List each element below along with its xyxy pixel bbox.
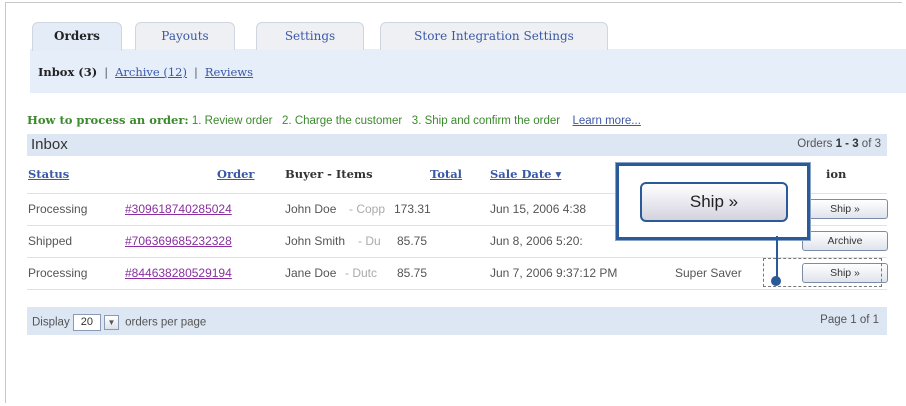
- column-header-status[interactable]: Status: [28, 167, 69, 181]
- column-header-action: ion: [826, 167, 847, 181]
- subnav-separator: |: [193, 65, 198, 79]
- per-page-select[interactable]: 20: [72, 314, 101, 331]
- callout-connector: [776, 236, 778, 278]
- tab-store-integration-settings[interactable]: Store Integration Settings: [380, 22, 608, 50]
- ship-callout-button[interactable]: Ship »: [640, 182, 788, 222]
- tab-orders[interactable]: Orders: [32, 22, 122, 51]
- subnav-reviews-link[interactable]: Reviews: [205, 65, 253, 79]
- display-label: Display: [32, 316, 70, 329]
- chevron-down-icon[interactable]: ▼: [103, 315, 119, 330]
- order-total: 85.75: [397, 266, 428, 280]
- order-items: - Copp: [349, 202, 386, 216]
- subnav-separator: |: [104, 65, 109, 79]
- column-header-order[interactable]: Order: [217, 167, 255, 181]
- tab-settings[interactable]: Settings: [256, 22, 364, 50]
- table-row: Processing #844638280529194 Jane Doe - D…: [27, 257, 888, 290]
- subnav-archive-link[interactable]: Archive (12): [115, 65, 187, 79]
- order-status: Processing: [28, 266, 88, 280]
- tab-payouts[interactable]: Payouts: [135, 22, 235, 50]
- page-info: Page 1 of 1: [820, 314, 879, 326]
- buyer-name: John Smith: [285, 234, 346, 248]
- callout-dot: [771, 276, 781, 286]
- subnav-inbox: Inbox (3): [38, 65, 98, 79]
- process-order-instructions: How to process an order: 1. Review order…: [27, 113, 641, 127]
- ship-button[interactable]: Ship »: [802, 199, 888, 219]
- sale-date: Jun 7, 2006 9:37:12 PM: [490, 266, 618, 280]
- inbox-title: Inbox: [31, 136, 68, 153]
- order-number-link[interactable]: #309618740285024: [125, 202, 232, 216]
- order-number-link[interactable]: #844638280529194: [125, 266, 232, 280]
- column-header-buyer-items: Buyer - Items: [285, 167, 373, 181]
- column-header-total[interactable]: Total: [430, 167, 462, 181]
- buyer-name: Jane Doe: [285, 266, 337, 280]
- howto-step-2: 2. Charge the customer: [282, 115, 403, 127]
- order-total: 85.75: [397, 234, 428, 248]
- orders-count: Orders 1 - 3 of 3: [797, 138, 881, 150]
- per-page-suffix: orders per page: [125, 316, 207, 329]
- archive-button[interactable]: Archive: [802, 231, 888, 251]
- inbox-header: Inbox Orders 1 - 3 of 3: [27, 134, 887, 156]
- order-items: - Dutc: [345, 266, 378, 280]
- order-status: Shipped: [28, 234, 73, 248]
- column-header-sale-date[interactable]: Sale Date ▾: [490, 167, 561, 181]
- buyer-name: John Doe: [285, 202, 337, 216]
- subnav: Inbox (3) | Archive (12) | Reviews: [38, 65, 253, 79]
- order-number-link[interactable]: #706369685232328: [125, 234, 232, 248]
- learn-more-link[interactable]: Learn more...: [573, 115, 641, 127]
- sale-date: Jun 15, 2006 4:38: [490, 202, 587, 216]
- order-items: - Du: [358, 234, 381, 248]
- howto-title: How to process an order:: [27, 113, 189, 127]
- howto-step-3: 3. Ship and confirm the order: [411, 115, 561, 127]
- order-status: Processing: [28, 202, 88, 216]
- table-footer: Display 20 ▼ orders per page Page 1 of 1: [27, 307, 887, 335]
- howto-step-1: 1. Review order: [191, 115, 273, 127]
- display-control: Display 20 ▼ orders per page: [32, 314, 206, 331]
- sale-date: Jun 8, 2006 5:20:: [490, 234, 583, 248]
- highlight-box: [763, 258, 882, 287]
- order-total: 173.31: [394, 202, 431, 216]
- shipping-method: Super Saver: [675, 266, 742, 280]
- ship-callout: Ship »: [616, 163, 810, 240]
